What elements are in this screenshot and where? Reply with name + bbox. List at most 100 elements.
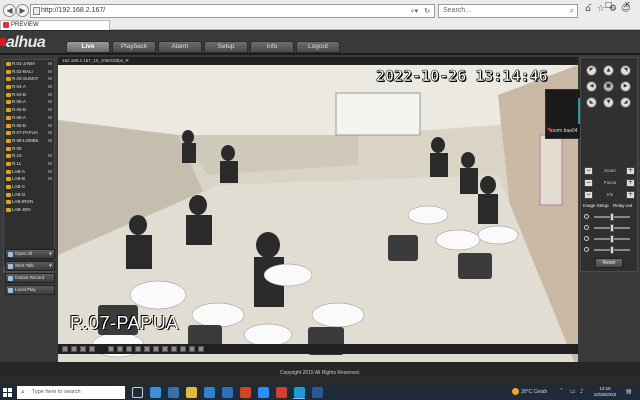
ptz-down-right-icon[interactable]: ◢: [620, 97, 631, 108]
powerpoint-icon[interactable]: [240, 387, 251, 398]
maximize-icon[interactable]: □: [605, 0, 613, 9]
layout-4-icon[interactable]: [71, 346, 77, 352]
word-icon[interactable]: [312, 387, 323, 398]
ptz-down-icon[interactable]: ▼: [603, 97, 614, 108]
live-video[interactable]: 2022-10-26 13:14:46 R.07-PAPUA: [58, 65, 578, 371]
ptz-right-icon[interactable]: ▶: [620, 81, 631, 92]
main-stream-marker[interactable]: M: [48, 83, 52, 91]
search-icon[interactable]: ⌕: [570, 5, 574, 17]
ptz-down-left-icon[interactable]: ◣: [586, 97, 597, 108]
focus-plus-button[interactable]: +: [626, 179, 635, 187]
layout-9-icon[interactable]: [89, 346, 95, 352]
channel-item[interactable]: LAB-A M: [4, 168, 54, 176]
settings-app-icon[interactable]: [222, 387, 233, 398]
ptz-up-right-icon[interactable]: ◥: [620, 65, 631, 76]
search-dropdown-icon[interactable]: ⌕▾: [411, 5, 418, 17]
instant-record-button[interactable]: Instant Record: [5, 273, 55, 283]
close-icon[interactable]: ✕: [624, 0, 631, 9]
channel-item[interactable]: R.11 M: [4, 160, 54, 168]
start-talk-button[interactable]: Start Talk ▼: [5, 261, 55, 271]
sync-icon[interactable]: [198, 346, 204, 352]
layout-1-icon[interactable]: [62, 346, 68, 352]
snapshot-icon[interactable]: [135, 346, 141, 352]
channel-item[interactable]: LAB-IRGN: [4, 198, 54, 206]
ptz-left-icon[interactable]: ◀: [586, 81, 597, 92]
zoom-in-button[interactable]: +: [626, 167, 635, 175]
main-stream-marker[interactable]: M: [48, 160, 52, 168]
iris-plus-button[interactable]: +: [626, 191, 635, 199]
channel-item[interactable]: R.04-B M: [4, 91, 54, 99]
notification-icon[interactable]: ▤: [626, 388, 632, 395]
ptz-center-icon[interactable]: ■: [603, 81, 614, 92]
channel-item[interactable]: R.08-LOMBK M: [4, 137, 54, 145]
channel-item[interactable]: R.05-A M: [4, 98, 54, 106]
zoom-out-button[interactable]: −: [584, 167, 593, 175]
volume-icon[interactable]: ♪: [580, 388, 584, 395]
favorites-icon[interactable]: ☆: [597, 4, 605, 14]
menu-live[interactable]: Live: [66, 41, 110, 53]
network-icon[interactable]: ▭: [570, 388, 576, 395]
flip-icon[interactable]: [189, 346, 195, 352]
brightness-slider[interactable]: [584, 213, 636, 221]
browser-search-input[interactable]: Search... ⌕: [438, 4, 578, 18]
main-stream-marker[interactable]: M: [48, 75, 52, 83]
audio-icon[interactable]: [153, 346, 159, 352]
stream-icon[interactable]: [126, 346, 132, 352]
saturation-knob[interactable]: [610, 235, 614, 243]
channel-item[interactable]: R.06-B M: [4, 122, 54, 130]
open-all-button[interactable]: Open All ▼: [5, 249, 55, 259]
zoom-app-icon[interactable]: [258, 387, 269, 398]
local-play-button[interactable]: Local Play: [5, 285, 55, 295]
chrome-icon[interactable]: [276, 387, 287, 398]
channel-item[interactable]: R.05-B M: [4, 106, 54, 114]
menu-setup[interactable]: Setup: [204, 41, 248, 53]
main-stream-marker[interactable]: M: [48, 91, 52, 99]
split-icon[interactable]: [180, 346, 186, 352]
main-stream-marker[interactable]: M: [48, 68, 52, 76]
menu-info[interactable]: Info: [250, 41, 294, 53]
reset-button[interactable]: Reset: [595, 258, 623, 268]
main-stream-marker[interactable]: M: [48, 175, 52, 183]
channel-item[interactable]: R.06-A M: [4, 114, 54, 122]
channel-item[interactable]: R.10 M: [4, 152, 54, 160]
mail-icon[interactable]: [204, 387, 215, 398]
hue-knob[interactable]: [610, 246, 614, 254]
channel-item[interactable]: R.09: [4, 145, 54, 153]
relay-out-tab[interactable]: Relay-out: [613, 203, 632, 208]
menu-logout[interactable]: Logout: [296, 41, 340, 53]
task-view-icon[interactable]: [132, 387, 143, 398]
refresh-icon[interactable]: ↻: [424, 5, 430, 17]
taskbar-search-input[interactable]: ⌕ Type here to search: [17, 386, 125, 399]
layout-16-icon[interactable]: [108, 346, 114, 352]
channel-item[interactable]: LAB-D: [4, 191, 54, 199]
edge-icon[interactable]: [150, 387, 161, 398]
taskbar-clock[interactable]: 13:15 10/26/2022: [590, 386, 620, 398]
channel-item[interactable]: R.04-A M: [4, 83, 54, 91]
record-icon[interactable]: [144, 346, 150, 352]
hue-slider[interactable]: [584, 246, 636, 254]
ptz-up-left-icon[interactable]: ◤: [586, 65, 597, 76]
main-stream-marker[interactable]: M: [48, 137, 52, 145]
contrast-knob[interactable]: [610, 224, 614, 232]
zoom-icon[interactable]: [162, 346, 168, 352]
fullscreen-icon[interactable]: [117, 346, 123, 352]
tray-chevron-icon[interactable]: ˄: [560, 388, 563, 395]
menu-playback[interactable]: Playback: [112, 41, 156, 53]
layout-8-icon[interactable]: [80, 346, 86, 352]
image-setup-tab[interactable]: Image Setup: [583, 203, 609, 208]
main-stream-marker[interactable]: M: [48, 114, 52, 122]
main-stream-marker[interactable]: M: [48, 106, 52, 114]
channel-item[interactable]: R.01-JAWA M: [4, 60, 54, 68]
main-stream-marker[interactable]: M: [48, 98, 52, 106]
channel-item[interactable]: LAB-C: [4, 183, 54, 191]
browser-tab[interactable]: PREVIEW: [0, 20, 110, 30]
iris-minus-button[interactable]: −: [584, 191, 593, 199]
contrast-slider[interactable]: [584, 224, 636, 232]
brightness-knob[interactable]: [610, 213, 614, 221]
main-stream-marker[interactable]: M: [48, 168, 52, 176]
menu-alarm[interactable]: Alarm: [158, 41, 202, 53]
back-icon[interactable]: ◀: [3, 4, 16, 17]
channel-item[interactable]: R.03-SUMAT M: [4, 75, 54, 83]
channel-item[interactable]: R.07-PAPUA M: [4, 129, 54, 137]
address-bar[interactable]: http://192.168.2.167/ ⌕▾ ↻: [30, 4, 435, 18]
